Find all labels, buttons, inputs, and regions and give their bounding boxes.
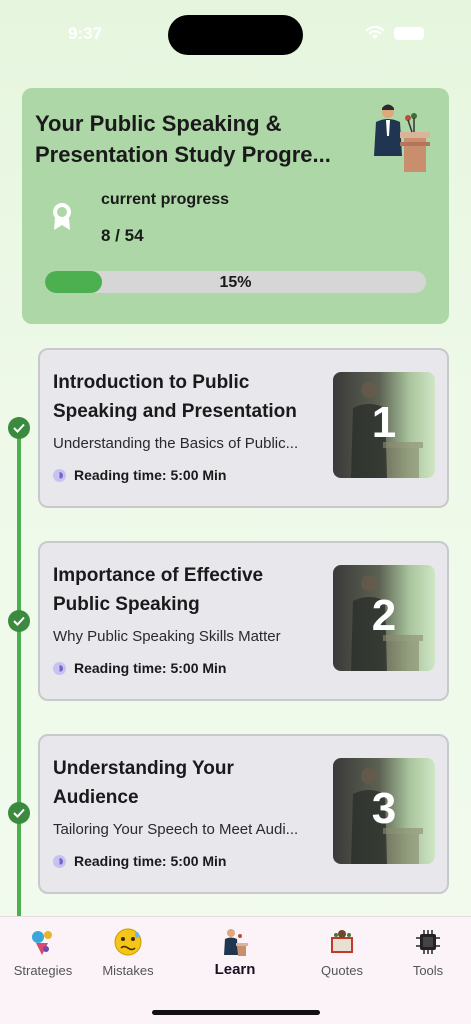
clock-icon [53,661,66,675]
reading-time: Reading time: 5:00 Min [74,853,227,869]
tools-icon [416,930,440,954]
strategies-icon [32,931,52,955]
lesson-card-3[interactable]: Understanding Your Audience Tailoring Yo… [38,734,449,894]
reading-time: Reading time: 5:00 Min [74,660,227,676]
lesson-title: Understanding Your Audience [53,758,234,808]
wifi-icon [365,26,385,39]
progress-title-line2: Presentation Study Progre... [35,142,331,167]
lesson-thumbnail: 3 [333,758,435,864]
home-indicator [152,1010,320,1015]
reading-time-row: Reading time: 5:00 Min [53,853,226,869]
dynamic-island [168,15,303,55]
current-progress-label: current progress [101,191,230,208]
learn-icon [224,929,248,956]
progress-title: Your Public Speaking & Presentation Stud… [35,108,355,170]
reading-time-row: Reading time: 5:00 Min [53,467,226,483]
quotes-icon [331,930,353,953]
tab-label: Tools [412,963,444,978]
tab-tools[interactable]: Tools [388,927,468,978]
reading-time: Reading time: 5:00 Min [74,467,227,483]
lesson-subtitle: Understanding the Basics of Public... [53,435,299,452]
speaker-illustration-icon [374,104,430,172]
lesson-number: 2 [371,591,397,640]
check-icon [8,802,30,824]
lesson-title: Introduction to Public Speaking and Pres… [53,372,297,422]
award-icon [53,203,71,230]
status-time: 9:37 [68,24,103,43]
tab-label: Quotes [321,963,363,978]
status-bar: 9:37 [0,0,471,60]
progress-count: 8 / 54 [101,226,144,245]
clock-icon [53,854,66,868]
battery-icon [394,27,424,40]
tab-strategies[interactable]: Strategies [3,927,83,978]
tab-quotes[interactable]: Quotes [302,927,382,978]
lesson-title: Importance of Effective Public Speaking [53,565,264,615]
progress-bar: 15% [45,271,426,293]
tab-learn[interactable]: Learn [195,927,275,978]
lesson-subtitle: Why Public Speaking Skills Matter [53,628,281,645]
tab-bar: Strategies Mistakes Learn Quotes Tools [0,916,471,1024]
lesson-number: 3 [371,784,397,833]
progress-card: Your Public Speaking & Presentation Stud… [22,88,449,324]
reading-time-row: Reading time: 5:00 Min [53,660,226,676]
lesson-thumbnail: 1 [333,372,435,478]
lesson-card-2[interactable]: Importance of Effective Public Speaking … [38,541,449,701]
check-icon [8,417,30,439]
check-icon [8,610,30,632]
tab-mistakes[interactable]: Mistakes [88,927,168,978]
mistakes-icon [114,928,142,956]
lesson-card-1[interactable]: Introduction to Public Speaking and Pres… [38,348,449,508]
lesson-thumbnail: 2 [333,565,435,671]
tab-label: Strategies [13,963,73,978]
tab-label: Learn [214,961,256,978]
progress-percent: 15% [219,274,252,291]
progress-title-line1: Your Public Speaking & [35,111,282,136]
tab-label: Mistakes [102,963,154,978]
lesson-subtitle: Tailoring Your Speech to Meet Audi... [53,821,299,838]
timeline-line [17,428,21,918]
clock-icon [53,468,66,482]
lesson-number: 1 [371,398,397,447]
